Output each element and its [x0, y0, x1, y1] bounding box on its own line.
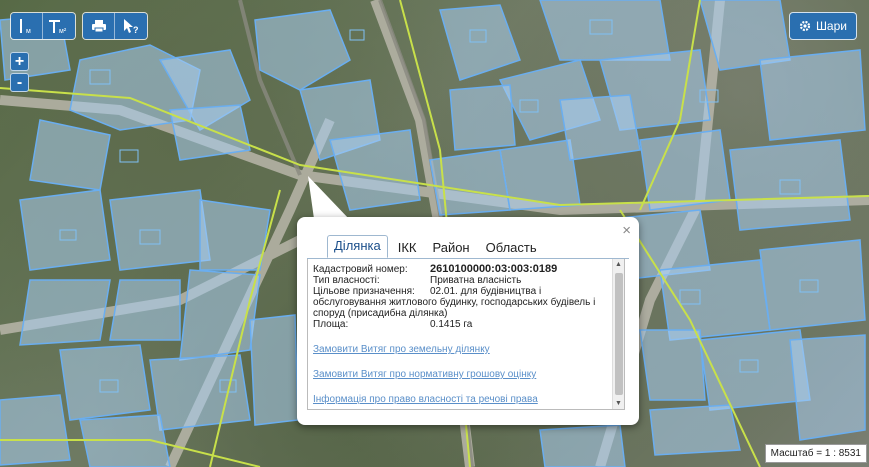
map-scale: Масштаб = 1 : 8531 [764, 444, 867, 463]
popup-links: Замовити Витяг про земельну ділянку Замо… [313, 344, 613, 405]
purpose-value-rest: обслуговування житлового будинку, господ… [313, 297, 596, 319]
cadastral-number-row: Кадастровий номер: 2610100000:03:003:018… [313, 263, 613, 276]
scroll-thumb[interactable] [615, 273, 623, 395]
tab-ikk[interactable]: ІКК [392, 238, 423, 258]
ownership-label: Тип власності: [313, 275, 380, 286]
cadastral-number-value: 2610100000:03:003:0189 [430, 263, 558, 275]
area-row: Площа: 0.1415 га [313, 319, 613, 330]
parcel-details: Кадастровий номер: 2610100000:03:003:018… [313, 263, 613, 409]
area-label: Площа: [313, 319, 349, 330]
panel-scrollbar[interactable]: ▲ ▼ [612, 259, 624, 409]
cadastral-number-label: Кадастровий номер: [313, 264, 408, 275]
tab-district[interactable]: Район [426, 238, 475, 258]
tab-parcel[interactable]: Ділянка [327, 235, 388, 258]
parcel-details-panel: Кадастровий номер: 2610100000:03:003:018… [307, 259, 625, 410]
purpose-row: Цільове призначення: 02.01. для будівниц… [313, 286, 613, 297]
area-value: 0.1415 га [430, 319, 473, 330]
order-valuation-extract-link[interactable]: Замовити Витяг про нормативну грошову оц… [313, 369, 613, 380]
scroll-up-arrow-icon[interactable]: ▲ [613, 259, 624, 271]
purpose-label: Цільове призначення: [313, 286, 415, 297]
scroll-down-arrow-icon[interactable]: ▼ [613, 398, 624, 409]
popup-tabs: Ділянка ІКК Район Область [327, 235, 547, 258]
ownership-rights-info-link[interactable]: Інформація про право власності та речові… [313, 394, 613, 405]
parcel-info-popup: × Ділянка ІКК Район Область Кадастровий … [297, 217, 639, 425]
order-parcel-extract-link[interactable]: Замовити Витяг про земельну ділянку [313, 344, 613, 355]
ownership-value: Приватна власність [430, 275, 522, 286]
tab-region[interactable]: Область [480, 238, 543, 258]
popup-close-button[interactable]: × [622, 222, 631, 239]
purpose-value-line1: 02.01. для будівництва і [430, 286, 542, 297]
ownership-row: Тип власності: Приватна власність [313, 275, 613, 286]
